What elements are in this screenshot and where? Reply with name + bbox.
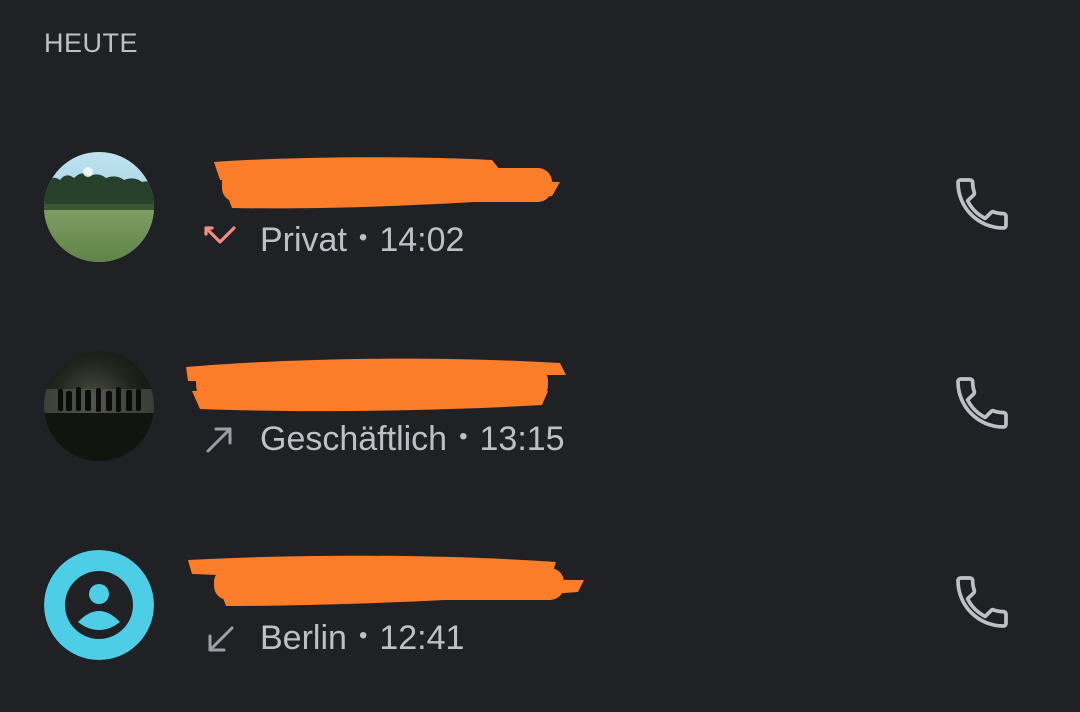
- call-label: Privat: [260, 220, 347, 259]
- phone-icon: [956, 576, 1008, 628]
- separator-dot: •: [459, 423, 468, 450]
- incoming-call-icon: [200, 618, 240, 658]
- separator-dot: •: [358, 224, 368, 251]
- call-time: 12:41: [379, 618, 465, 657]
- call-log-item[interactable]: Berlin • 12:41: [0, 524, 1080, 684]
- default-avatar: [44, 550, 154, 660]
- call-log-screen: HEUTE Privat • 14:02 Geschäftlich • 13:1…: [0, 0, 1080, 712]
- phone-icon: [956, 377, 1008, 429]
- call-label: Berlin: [260, 618, 347, 657]
- separator-dot: •: [358, 622, 368, 649]
- contact-avatar: [44, 351, 154, 461]
- call-log-item[interactable]: Privat • 14:02: [0, 126, 1080, 286]
- call-details: Geschäftlich • 13:15: [200, 417, 565, 461]
- call-back-button[interactable]: [950, 172, 1014, 236]
- call-details: Berlin • 12:41: [200, 616, 464, 660]
- call-back-button[interactable]: [950, 371, 1014, 435]
- call-back-button[interactable]: [950, 570, 1014, 634]
- outgoing-call-icon: [200, 419, 240, 459]
- call-time: 14:02: [379, 220, 465, 259]
- missed-call-icon: [200, 220, 240, 260]
- call-details: Privat • 14:02: [200, 218, 464, 262]
- call-log-item[interactable]: Geschäftlich • 13:15: [0, 325, 1080, 485]
- section-header-today: HEUTE: [44, 28, 139, 58]
- contact-avatar: [44, 152, 154, 262]
- phone-icon: [956, 178, 1008, 230]
- call-time: 13:15: [479, 419, 565, 458]
- call-label: Geschäftlich: [260, 419, 448, 458]
